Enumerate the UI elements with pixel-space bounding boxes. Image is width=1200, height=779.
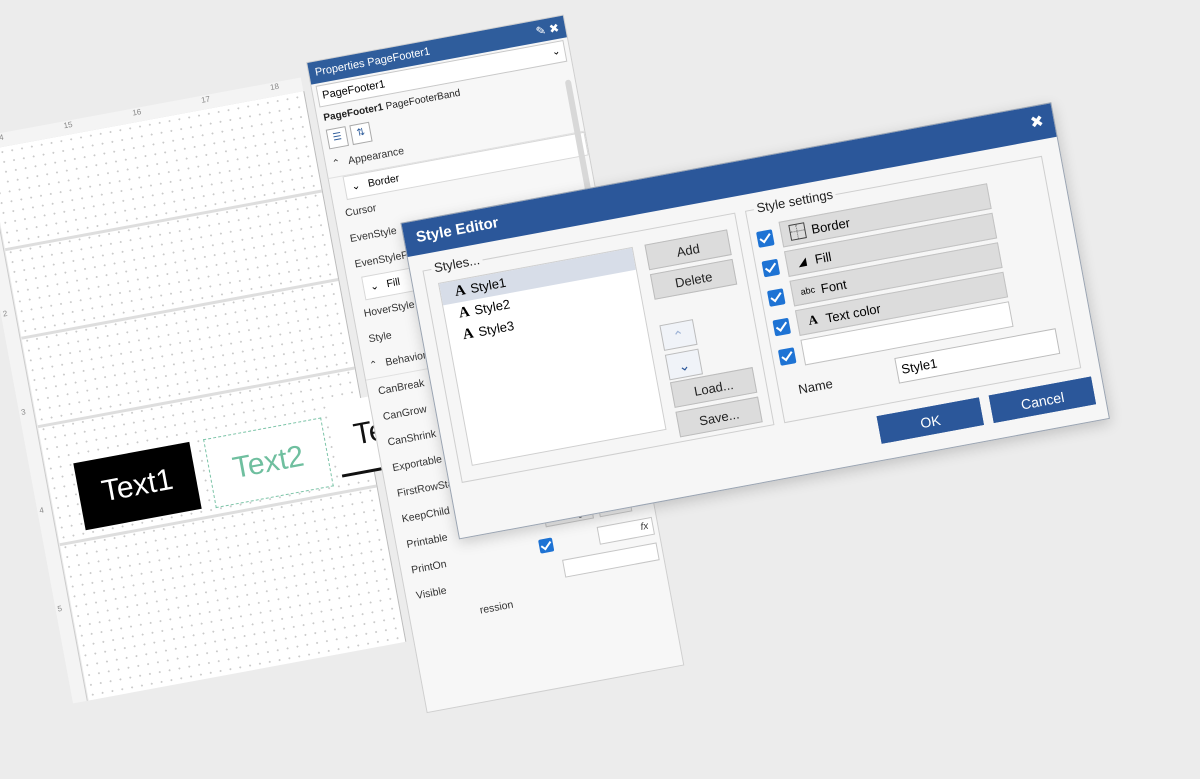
font-a-icon: A — [457, 303, 472, 322]
setting-label: Border — [810, 214, 852, 237]
styles-list[interactable]: A Style1 A Style2 A Style3 — [437, 246, 667, 466]
subcategory-label: Fill — [385, 275, 401, 291]
band-separator — [4, 189, 323, 252]
cancel-button[interactable]: Cancel — [988, 376, 1097, 424]
property-label: EvenStyle — [348, 224, 398, 246]
setting-label: Text color — [824, 300, 882, 326]
setting-label: Font — [819, 276, 848, 296]
ruler-number: 4 — [38, 505, 45, 516]
property-label: KeepChild — [400, 504, 451, 526]
collapse-arrow-icon[interactable]: ⌃ — [331, 157, 341, 169]
fill-checkbox[interactable] — [761, 258, 781, 278]
print-on-checkbox[interactable] — [538, 537, 555, 554]
text-color-icon: A — [806, 311, 819, 328]
property-label: CanGrow — [381, 403, 428, 424]
move-down-chevron-icon[interactable]: ⌄ — [664, 348, 704, 381]
style-settings-group: Style settings Border ◢ Fill abc Font A Tex… — [744, 155, 1082, 424]
ruler-number: 5 — [56, 603, 63, 614]
property-label: Exportable — [391, 453, 443, 475]
dialog-title: Style Editor — [414, 214, 500, 247]
close-icon[interactable]: ✖ — [1027, 105, 1046, 141]
move-up-chevron-icon[interactable]: ⌃ — [659, 319, 698, 351]
setting-label: Fill — [813, 248, 833, 267]
property-label: PrintOn — [410, 558, 448, 577]
text-color-checkbox[interactable] — [772, 317, 792, 337]
font-a-icon: A — [453, 282, 468, 300]
font-a-icon: A — [461, 325, 476, 344]
ok-button[interactable]: OK — [876, 397, 984, 444]
property-label: HoverStyle — [362, 298, 416, 320]
property-label: Visible — [415, 584, 448, 602]
font-checkbox[interactable] — [766, 288, 786, 307]
category-label: Appearance — [347, 144, 405, 168]
fill-bucket-icon: ◢ — [796, 255, 808, 269]
styles-group-label: Styles... — [429, 251, 484, 276]
expand-arrow-icon[interactable]: ⌄ — [350, 180, 361, 193]
ruler-tick: 14 — [0, 132, 5, 144]
abc-font-icon: abc — [799, 284, 816, 297]
property-label: CanShrink — [386, 427, 438, 449]
ruler-tick: 15 — [62, 119, 74, 131]
collapse-arrow-icon[interactable]: ⌃ — [368, 359, 378, 371]
category-label: Behavior — [384, 349, 428, 369]
styles-group: Styles... A Style1 A Style2 A Style3 Add De… — [422, 212, 775, 483]
band-separator — [21, 278, 339, 340]
property-label: CanBreak — [377, 377, 426, 398]
chevron-down-icon[interactable]: ⌄ — [550, 42, 562, 63]
property-label: Style — [367, 329, 393, 346]
subcategory-label: Border — [367, 172, 401, 190]
pin-close-icons[interactable]: ✎ ✖ — [534, 16, 567, 43]
property-label: Cursor — [344, 201, 378, 220]
ruler-tick: 16 — [131, 107, 143, 118]
extra-checkbox[interactable] — [777, 347, 797, 366]
ruler-number: 3 — [20, 407, 27, 417]
border-checkbox[interactable] — [756, 229, 775, 248]
expand-arrow-icon[interactable]: ⌄ — [369, 280, 380, 293]
ruler-tick: 17 — [200, 94, 211, 105]
property-label: Printable — [405, 531, 449, 551]
categorized-view-icon[interactable]: ☰ — [325, 126, 350, 150]
border-icon — [788, 222, 807, 241]
ruler-number: 2 — [2, 308, 9, 319]
ruler-tick: 18 — [269, 81, 280, 93]
alphabetical-sort-icon[interactable]: ⇅ — [349, 121, 373, 146]
